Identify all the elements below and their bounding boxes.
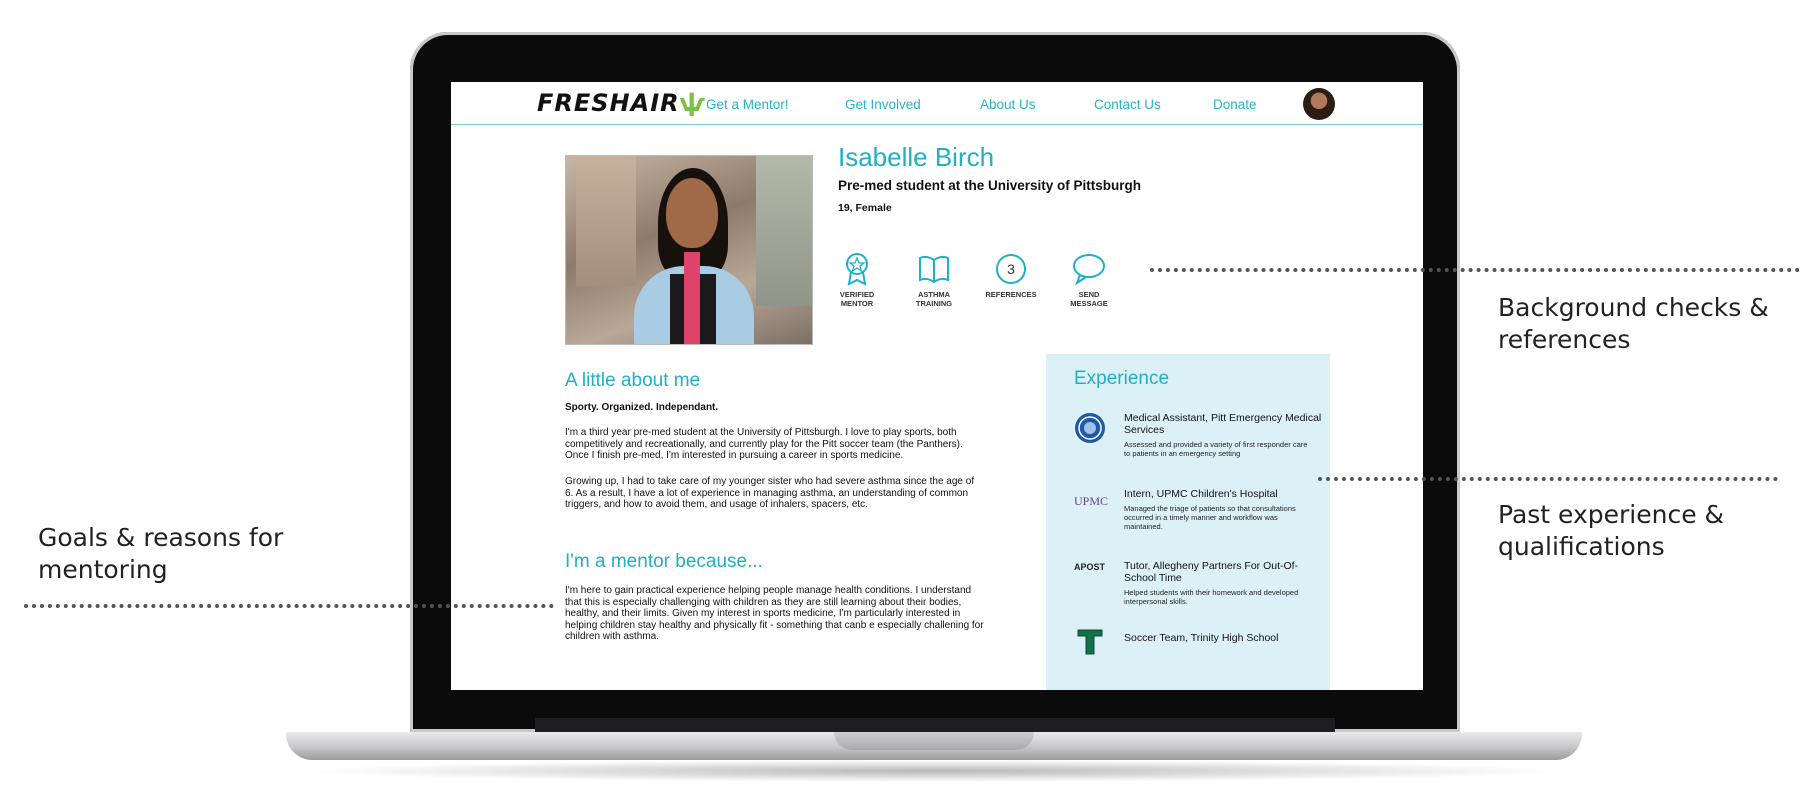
profile-name: Isabelle Birch xyxy=(838,142,995,172)
mentor-title: I'm a mentor because... xyxy=(565,551,763,572)
book-icon xyxy=(919,255,949,284)
annotation-goals: Goals & reasons for mentoring xyxy=(38,523,284,584)
nav-donate[interactable]: Donate xyxy=(1213,97,1257,112)
nav-get-involved[interactable]: Get Involved xyxy=(845,97,921,112)
about-paragraph-2: Growing up, I had to take care of my you… xyxy=(565,476,975,510)
annotation-experience: Past experience & qualifications xyxy=(1498,500,1725,561)
experience-title: Experience xyxy=(1074,368,1170,389)
badge-label: ASTHMA TRAINING xyxy=(915,290,953,308)
annotation-leader-line xyxy=(1318,477,1778,481)
trinity-t-icon xyxy=(1077,629,1103,655)
annotation-background-checks: Background checks & references xyxy=(1498,293,1769,354)
badge-label: REFERENCES xyxy=(985,290,1037,299)
laptop-shadow xyxy=(300,760,1568,782)
laptop-notch xyxy=(834,732,1034,750)
freshair-logo[interactable]: FRESHAIRѱ xyxy=(537,89,706,117)
laptop-hinge xyxy=(535,718,1335,732)
badge-label: SEND MESSAGE xyxy=(1070,290,1108,308)
user-avatar[interactable] xyxy=(1303,88,1335,120)
badge-asthma-training[interactable]: ASTHMA TRAINING xyxy=(904,252,964,308)
profile-tagline: Pre-med student at the University of Pit… xyxy=(838,178,1142,193)
badge-label: VERIFIED MENTOR xyxy=(839,290,875,308)
about-title: A little about me xyxy=(565,370,701,391)
apost-logo: APOST xyxy=(1074,562,1106,572)
about-traits: Sporty. Organized. Independant. xyxy=(565,402,719,413)
about-paragraph-1: I'm a third year pre-med student at the … xyxy=(565,427,963,461)
nav-get-a-mentor[interactable]: Get a Mentor! xyxy=(706,97,789,112)
references-count: 3 xyxy=(1007,261,1015,277)
profile-age-gender: 19, Female xyxy=(838,202,892,214)
chat-bubble-icon xyxy=(1073,254,1105,286)
mentor-paragraph: I'm here to gain practical experience he… xyxy=(565,585,984,642)
references-count-icon: 3 xyxy=(996,254,1026,284)
laptop-screen: FRESHAIRѱ Get a Mentor! Get Involved Abo… xyxy=(451,82,1423,690)
experience-item-title: Intern, UPMC Children's Hospital xyxy=(1124,488,1278,500)
nav-contact-us[interactable]: Contact Us xyxy=(1094,97,1161,112)
nav-about-us[interactable]: About Us xyxy=(980,97,1036,112)
sprout-icon: ѱ xyxy=(679,89,707,117)
experience-item-desc: Managed the triage of patients so that c… xyxy=(1124,504,1296,531)
badge-send-message[interactable]: SEND MESSAGE xyxy=(1059,252,1119,308)
experience-item-desc: Helped students with their homework and … xyxy=(1124,588,1299,606)
experience-item-title: Soccer Team, Trinity High School xyxy=(1124,632,1279,644)
profile-photo xyxy=(565,155,813,345)
award-icon xyxy=(846,253,868,286)
top-nav: FRESHAIRѱ Get a Mentor! Get Involved Abo… xyxy=(451,82,1423,125)
experience-item-title: Medical Assistant, Pitt Emergency Medica… xyxy=(1124,412,1322,436)
experience-item-title: Tutor, Allegheny Partners For Out-Of-Sch… xyxy=(1124,560,1299,584)
annotation-leader-line xyxy=(1150,268,1800,272)
experience-panel: Experience Medical Assistant, Pitt Emerg… xyxy=(1046,354,1330,690)
badge-verified-mentor[interactable]: VERIFIED MENTOR xyxy=(827,252,887,308)
pitt-seal-icon xyxy=(1075,413,1105,443)
badge-references[interactable]: 3 REFERENCES xyxy=(981,252,1041,299)
annotation-leader-line xyxy=(24,604,554,608)
upmc-logo: UPMC xyxy=(1074,494,1109,508)
experience-item-desc: Assessed and provided a variety of first… xyxy=(1124,440,1308,458)
